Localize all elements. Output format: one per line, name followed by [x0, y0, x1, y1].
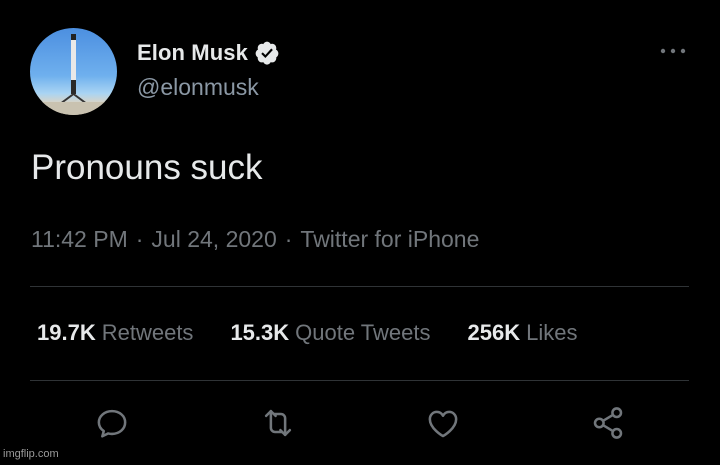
- tweet-date[interactable]: Jul 24, 2020: [151, 226, 276, 252]
- retweets-count: 19.7K: [37, 320, 96, 345]
- likes-count: 256K: [467, 320, 521, 345]
- tweet-time[interactable]: 11:42 PM: [31, 226, 128, 252]
- tweet-text: Pronouns suck: [31, 148, 263, 187]
- meta-separator: ·: [284, 226, 293, 252]
- engagement-stats: 19.7K Retweets 15.3K Quote Tweets 256K Like…: [37, 320, 614, 346]
- author-handle[interactable]: @elonmusk: [137, 74, 259, 101]
- divider: [30, 286, 689, 287]
- tweet-source[interactable]: Twitter for iPhone: [300, 226, 479, 252]
- quote-tweets-label: Quote Tweets: [295, 320, 431, 345]
- tweet-metadata: 11:42 PM · Jul 24, 2020 · Twitter for iPhone: [31, 226, 479, 253]
- quote-tweets-count: 15.3K: [230, 320, 290, 345]
- retweets-stat[interactable]: 19.7K Retweets: [37, 320, 193, 346]
- rocket-booster-avatar-icon: [30, 34, 117, 115]
- retweets-label: Retweets: [101, 320, 194, 345]
- meta-separator: ·: [135, 226, 144, 252]
- quote-tweets-stat[interactable]: 15.3K Quote Tweets: [230, 320, 430, 346]
- likes-stat[interactable]: 256K Likes: [468, 320, 578, 346]
- share-icon[interactable]: [589, 404, 627, 442]
- likes-label: Likes: [526, 320, 578, 345]
- retweet-icon[interactable]: [259, 404, 297, 442]
- like-icon[interactable]: [424, 404, 462, 442]
- reply-icon[interactable]: [93, 404, 131, 442]
- more-options-icon[interactable]: [658, 40, 688, 62]
- watermark: imgflip.com: [3, 448, 59, 460]
- divider: [30, 380, 689, 381]
- verified-badge-icon: [255, 41, 279, 65]
- avatar[interactable]: [30, 28, 117, 115]
- author-name[interactable]: Elon Musk: [137, 40, 248, 66]
